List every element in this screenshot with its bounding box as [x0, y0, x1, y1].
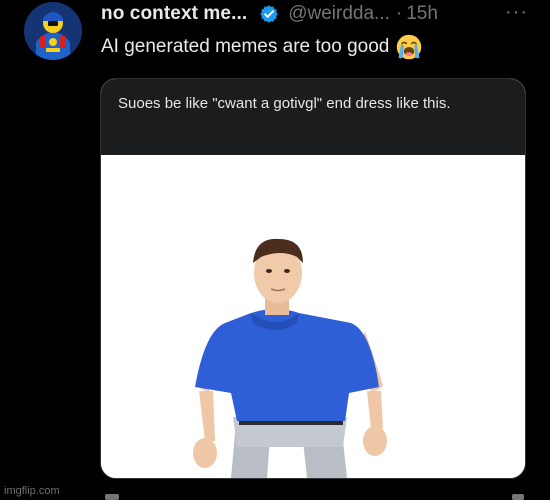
image-caption: Suoes be like "cwant a gotivgl" end dres… [118, 95, 451, 112]
media-card[interactable]: Suoes be like "cwant a gotivgl" end dres… [100, 78, 526, 479]
share-icon[interactable] [512, 494, 524, 500]
post-header: no context me... @weirdda... · 15h [101, 2, 550, 26]
verified-badge-icon [260, 5, 279, 23]
handle[interactable]: @weirdda... [288, 3, 390, 25]
avatar[interactable] [24, 2, 82, 60]
separator-dot: · [395, 3, 403, 24]
more-options-icon[interactable]: ··· [505, 2, 528, 22]
post-text-row: AI generated memes are too good [101, 33, 423, 61]
lego-figure-avatar-image [24, 2, 82, 60]
display-name[interactable]: no context me... [101, 3, 247, 25]
post-text: AI generated memes are too good [101, 36, 390, 57]
loudly-crying-face-icon [397, 34, 422, 60]
post-time[interactable]: 15h [406, 3, 438, 25]
reply-icon[interactable] [105, 494, 119, 500]
ai-generated-man-illustration [101, 155, 525, 478]
image-caption-bar: Suoes be like "cwant a gotivgl" end dres… [101, 79, 525, 155]
imgflip-watermark: imgflip.com [4, 485, 60, 497]
